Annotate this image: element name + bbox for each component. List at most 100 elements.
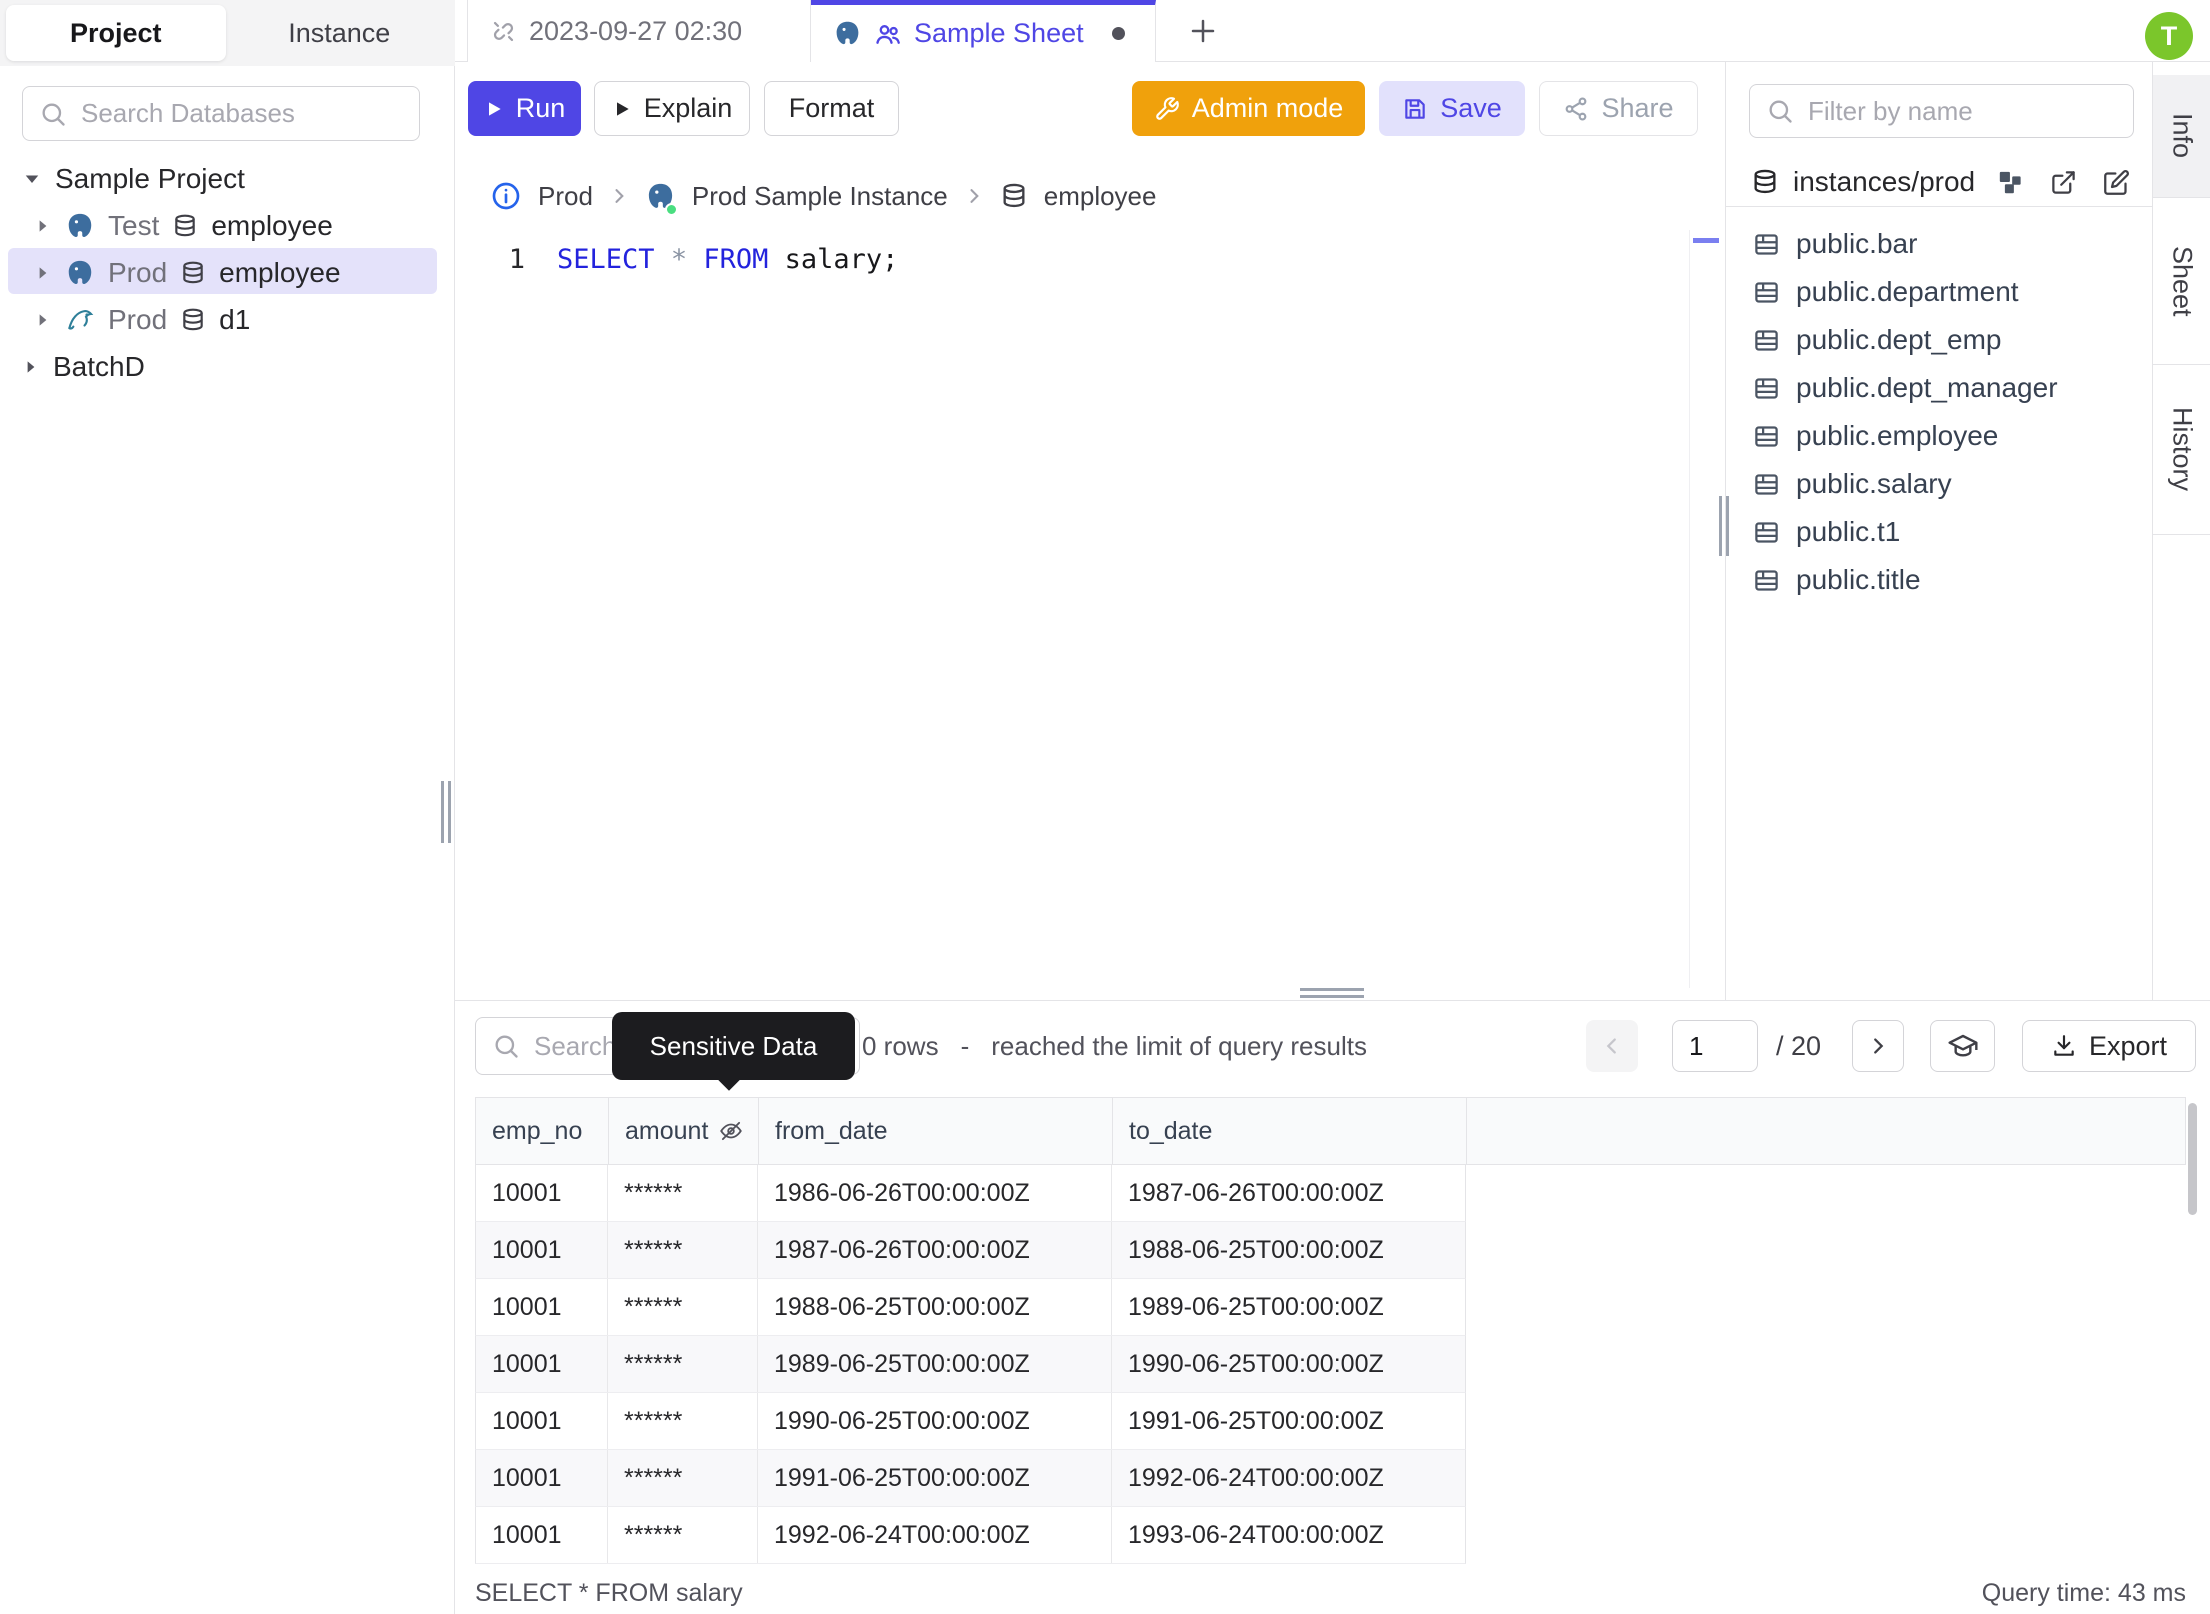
breadcrumb-environment[interactable]: Prod bbox=[538, 181, 593, 212]
breadcrumb: Prod Prod Sample Instance employee bbox=[490, 170, 1156, 222]
explain-button[interactable]: Explain bbox=[594, 81, 750, 136]
database-icon bbox=[183, 261, 203, 283]
breadcrumb-database[interactable]: employee bbox=[1044, 181, 1157, 212]
table-filter-input[interactable] bbox=[1808, 95, 2117, 127]
sheet-tab-draft[interactable]: 2023-09-27 02:30 bbox=[467, 0, 811, 62]
search-icon bbox=[495, 1035, 518, 1058]
table-item-public-department[interactable]: public.department bbox=[1753, 268, 2019, 316]
cell-emp-no: 10001 bbox=[476, 1393, 608, 1449]
sql-editor-app: Project Instance Sample Project Test emp… bbox=[0, 0, 2210, 1614]
info-icon[interactable] bbox=[490, 180, 522, 212]
tab-project[interactable]: Project bbox=[6, 5, 226, 61]
column-header-to-date: to_date bbox=[1113, 1098, 1467, 1164]
admin-mode-button[interactable]: Admin mode bbox=[1132, 81, 1365, 136]
result-view-mode-button[interactable] bbox=[1930, 1020, 1995, 1072]
tab-info[interactable]: Info bbox=[2153, 75, 2210, 198]
table-icon bbox=[1755, 281, 1778, 303]
editor-minimap[interactable] bbox=[1689, 230, 1721, 988]
instance-path: instances/prod bbox=[1793, 166, 1976, 197]
page-number-box bbox=[1672, 1020, 1758, 1072]
table-item-public-title[interactable]: public.title bbox=[1753, 556, 1921, 604]
database-name: employee bbox=[219, 256, 341, 288]
results-resize-handle[interactable] bbox=[1300, 988, 1364, 998]
cell-emp-no: 10001 bbox=[476, 1507, 608, 1563]
run-button[interactable]: Run bbox=[468, 81, 581, 136]
tab-history[interactable]: History bbox=[2153, 365, 2210, 535]
tree-item-prod-d1[interactable]: Prod d1 bbox=[0, 296, 455, 343]
cell-from-date: 1990-06-25T00:00:00Z bbox=[758, 1393, 1112, 1449]
cell-emp-no: 10001 bbox=[476, 1165, 608, 1221]
tree-item-prod-employee[interactable]: Prod employee bbox=[0, 249, 455, 296]
chevron-right-icon bbox=[970, 189, 979, 203]
sheet-tab-label: Sample Sheet bbox=[914, 18, 1084, 48]
table-row: 10001 ****** 1992-06-24T00:00:00Z 1993-0… bbox=[475, 1507, 1466, 1564]
column-header-from-date: from_date bbox=[759, 1098, 1113, 1164]
page-number-input[interactable] bbox=[1672, 1020, 1758, 1072]
share-button[interactable]: Share bbox=[1539, 81, 1698, 136]
database-search-input[interactable] bbox=[81, 98, 403, 129]
sheet-tab-sample-sheet[interactable]: Sample Sheet bbox=[811, 0, 1156, 62]
table-scrollbar-thumb[interactable] bbox=[2188, 1103, 2197, 1215]
chevron-right-icon bbox=[1874, 1038, 1884, 1054]
tree-item-sample-project[interactable]: Sample Project bbox=[0, 155, 455, 202]
table-item-public-dept-emp[interactable]: public.dept_emp bbox=[1753, 316, 2001, 364]
column-header-filler bbox=[1467, 1098, 2185, 1164]
schema-diagram-icon[interactable] bbox=[1997, 169, 2024, 196]
limit-notice: reached the limit of query results bbox=[991, 1030, 1367, 1061]
prev-page-button[interactable] bbox=[1586, 1020, 1638, 1072]
table-item-public-employee[interactable]: public.employee bbox=[1753, 412, 1998, 460]
external-link-icon[interactable] bbox=[2050, 169, 2077, 196]
eye-off-icon[interactable] bbox=[718, 1118, 744, 1144]
table-item-public-bar[interactable]: public.bar bbox=[1753, 220, 1917, 268]
rows-count: 0 rows bbox=[862, 1030, 939, 1061]
new-tab-button[interactable] bbox=[1172, 0, 1234, 62]
cell-amount-masked: ****** bbox=[608, 1336, 758, 1392]
cell-emp-no: 10001 bbox=[476, 1336, 608, 1392]
schema-panel-header: instances/prod bbox=[1751, 158, 2131, 206]
sidebar-resize-handle[interactable] bbox=[441, 781, 451, 843]
avatar[interactable]: T bbox=[2145, 12, 2193, 60]
cell-amount-masked: ****** bbox=[608, 1279, 758, 1335]
postgres-icon bbox=[68, 260, 92, 284]
wrench-icon bbox=[1155, 96, 1179, 120]
users-icon bbox=[876, 24, 900, 44]
unsaved-indicator-dot bbox=[1111, 27, 1125, 40]
cell-to-date: 1991-06-25T00:00:00Z bbox=[1128, 1406, 1384, 1435]
result-table: emp_no amount from_date to_date 10001 **… bbox=[475, 1097, 2186, 1564]
tooltip-label: Sensitive Data bbox=[649, 1030, 818, 1061]
table-icon bbox=[1755, 473, 1778, 495]
executed-statement: SELECT * FROM salary bbox=[475, 1579, 743, 1607]
unlink-icon bbox=[493, 21, 514, 41]
minimap-line-marker bbox=[1693, 238, 1719, 243]
cell-to-date: 1987-06-26T00:00:00Z bbox=[1128, 1178, 1384, 1207]
schema-panel-resize-handle[interactable] bbox=[1719, 496, 1729, 556]
tab-instance-label: Instance bbox=[288, 17, 391, 48]
page-total: / 20 bbox=[1776, 1030, 1822, 1061]
editor-code-line[interactable]: SELECT * FROM salary; bbox=[557, 244, 898, 275]
edit-icon[interactable] bbox=[2103, 169, 2130, 196]
tree-item-test-employee[interactable]: Test employee bbox=[0, 202, 455, 249]
table-item-public-dept-manager[interactable]: public.dept_manager bbox=[1753, 364, 2058, 412]
tab-history-label: History bbox=[2167, 407, 2198, 492]
sql-keyword: FROM bbox=[703, 244, 769, 275]
cell-amount-masked: ****** bbox=[608, 1393, 758, 1449]
sql-editor[interactable]: 1 SELECT * FROM salary; bbox=[455, 230, 1725, 990]
sensitive-data-tooltip: Sensitive Data bbox=[612, 1012, 855, 1091]
caret-right-icon bbox=[39, 313, 47, 326]
save-button[interactable]: Save bbox=[1379, 81, 1525, 136]
right-tab-strip: Info Sheet History bbox=[2152, 62, 2210, 1000]
tab-instance[interactable]: Instance bbox=[230, 5, 450, 61]
export-button[interactable]: Export bbox=[2022, 1020, 2196, 1072]
tab-sheet[interactable]: Sheet bbox=[2153, 198, 2210, 365]
project-name: Sample Project bbox=[55, 162, 245, 194]
format-button[interactable]: Format bbox=[764, 81, 899, 136]
next-page-button[interactable] bbox=[1852, 1020, 1904, 1072]
breadcrumb-instance[interactable]: Prod Sample Instance bbox=[692, 181, 948, 212]
table-row: 10001 ****** 1988-06-25T00:00:00Z 1989-0… bbox=[475, 1279, 1466, 1336]
cell-from-date: 1987-06-26T00:00:00Z bbox=[758, 1222, 1112, 1278]
tree-item-batchd[interactable]: BatchD bbox=[0, 343, 455, 390]
sql-operator: * bbox=[670, 244, 688, 275]
export-label: Export bbox=[2088, 1030, 2168, 1061]
table-item-public-salary[interactable]: public.salary bbox=[1753, 460, 1952, 508]
table-item-public-t1[interactable]: public.t1 bbox=[1753, 508, 1900, 556]
